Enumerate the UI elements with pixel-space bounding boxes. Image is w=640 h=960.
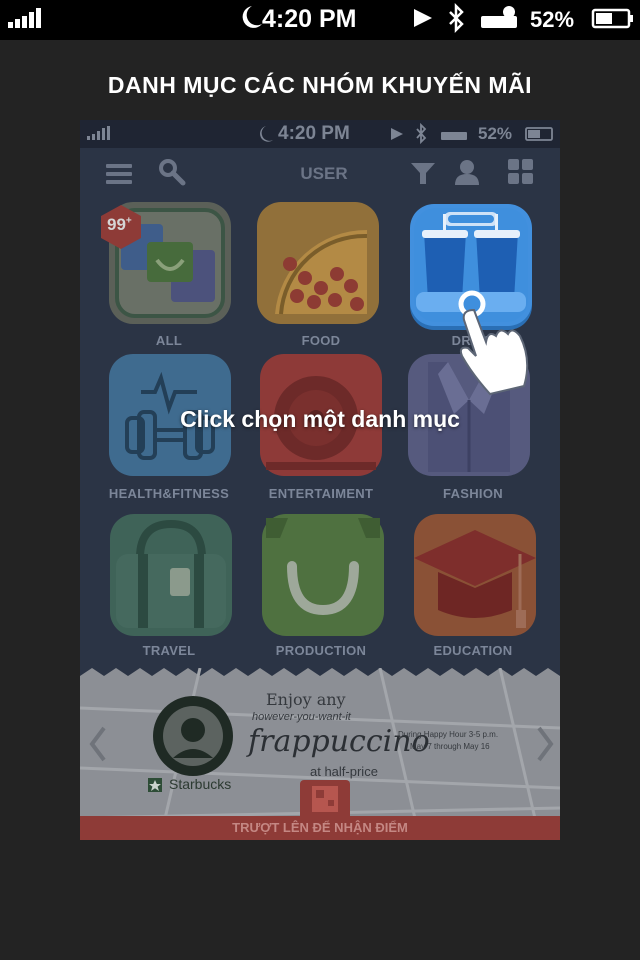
banner-line2: however-you-want-it bbox=[252, 711, 351, 723]
category-travel[interactable] bbox=[110, 514, 232, 636]
chevron-right-icon[interactable] bbox=[535, 726, 555, 762]
app-bluetooth-icon bbox=[416, 122, 427, 145]
banner-line1: Enjoy any bbox=[266, 690, 346, 709]
app-battery-text: 52% bbox=[478, 124, 513, 143]
hint-text: Click chọn một danh mục bbox=[180, 406, 460, 432]
banner-promo2: May 7 through May 16 bbox=[410, 742, 490, 751]
pizza-icon bbox=[275, 229, 368, 315]
bluetooth-icon bbox=[449, 2, 464, 34]
category-food[interactable] bbox=[257, 202, 379, 324]
grid-icon[interactable] bbox=[507, 158, 535, 186]
toolbar-title: USER bbox=[300, 164, 348, 183]
category-label-production: PRODUCTION bbox=[275, 643, 367, 658]
app-signal-icon bbox=[87, 126, 110, 140]
signal-icon bbox=[8, 8, 41, 28]
travel-bag-icon bbox=[116, 519, 226, 628]
filter-icon[interactable] bbox=[410, 160, 436, 186]
category-label-health-fitness: HEALTH&FITNESS bbox=[108, 486, 230, 501]
category-production[interactable] bbox=[262, 514, 384, 636]
app-status-bar: 4:20 PM 52% bbox=[80, 120, 560, 148]
category-label-travel: TRAVEL bbox=[142, 643, 196, 658]
category-label-entertainment: ENTERTAIMENT bbox=[268, 486, 374, 501]
device-time: 4:20 PM bbox=[262, 5, 357, 33]
alarm-icon bbox=[481, 6, 517, 28]
app-battery-icon bbox=[525, 127, 553, 141]
app-play-icon bbox=[391, 128, 403, 140]
user-icon[interactable] bbox=[454, 158, 480, 186]
app-moon-icon bbox=[260, 126, 273, 142]
banner-line4: at half-price bbox=[310, 764, 378, 779]
device-status-bar: 4:20 PM 52% bbox=[0, 0, 640, 40]
play-icon bbox=[414, 9, 432, 27]
swipe-bar[interactable]: TRƯỢT LÊN ĐỂ NHẬN ĐIỂM bbox=[80, 816, 560, 840]
starbucks-logo bbox=[153, 696, 233, 776]
battery-icon bbox=[591, 8, 633, 29]
category-education[interactable] bbox=[414, 514, 536, 636]
shopping-bag-icon bbox=[266, 518, 380, 632]
category-all[interactable]: 99+ bbox=[101, 202, 231, 324]
category-label-fashion: FASHION bbox=[443, 486, 503, 501]
category-label-education: EDUCATION bbox=[433, 643, 513, 658]
swipe-bar-text: TRƯỢT LÊN ĐỂ NHẬN ĐIỂM bbox=[232, 820, 408, 835]
chevron-left-icon[interactable] bbox=[88, 726, 108, 762]
app-alarm-icon bbox=[441, 132, 467, 140]
ad-banner[interactable]: Starbucks Enjoy any however-you-want-it … bbox=[80, 668, 560, 840]
banner-brand: Starbucks bbox=[169, 776, 232, 792]
hand-pointer-icon bbox=[458, 290, 529, 396]
banner-promo1: During Happy Hour 3-5 p.m. bbox=[398, 730, 499, 739]
category-label-food: FOOD bbox=[301, 333, 341, 348]
page-title: DANH MỤC CÁC NHÓM KHUYẾN MÃI bbox=[107, 72, 533, 98]
phone-screen: 4:20 PM 52% USER 99+ ALL FOOD HEALTH&FIT… bbox=[80, 120, 560, 840]
category-label-all: ALL bbox=[155, 333, 183, 348]
device-battery-text: 52% bbox=[530, 7, 575, 32]
moon-icon bbox=[242, 6, 262, 28]
qr-code-icon bbox=[300, 780, 350, 820]
star-icon bbox=[148, 778, 162, 792]
count-badge-number: 99+ bbox=[107, 215, 132, 234]
graduation-cap-icon bbox=[414, 530, 536, 628]
app-time: 4:20 PM bbox=[278, 123, 350, 144]
app-toolbar: USER bbox=[80, 148, 560, 198]
